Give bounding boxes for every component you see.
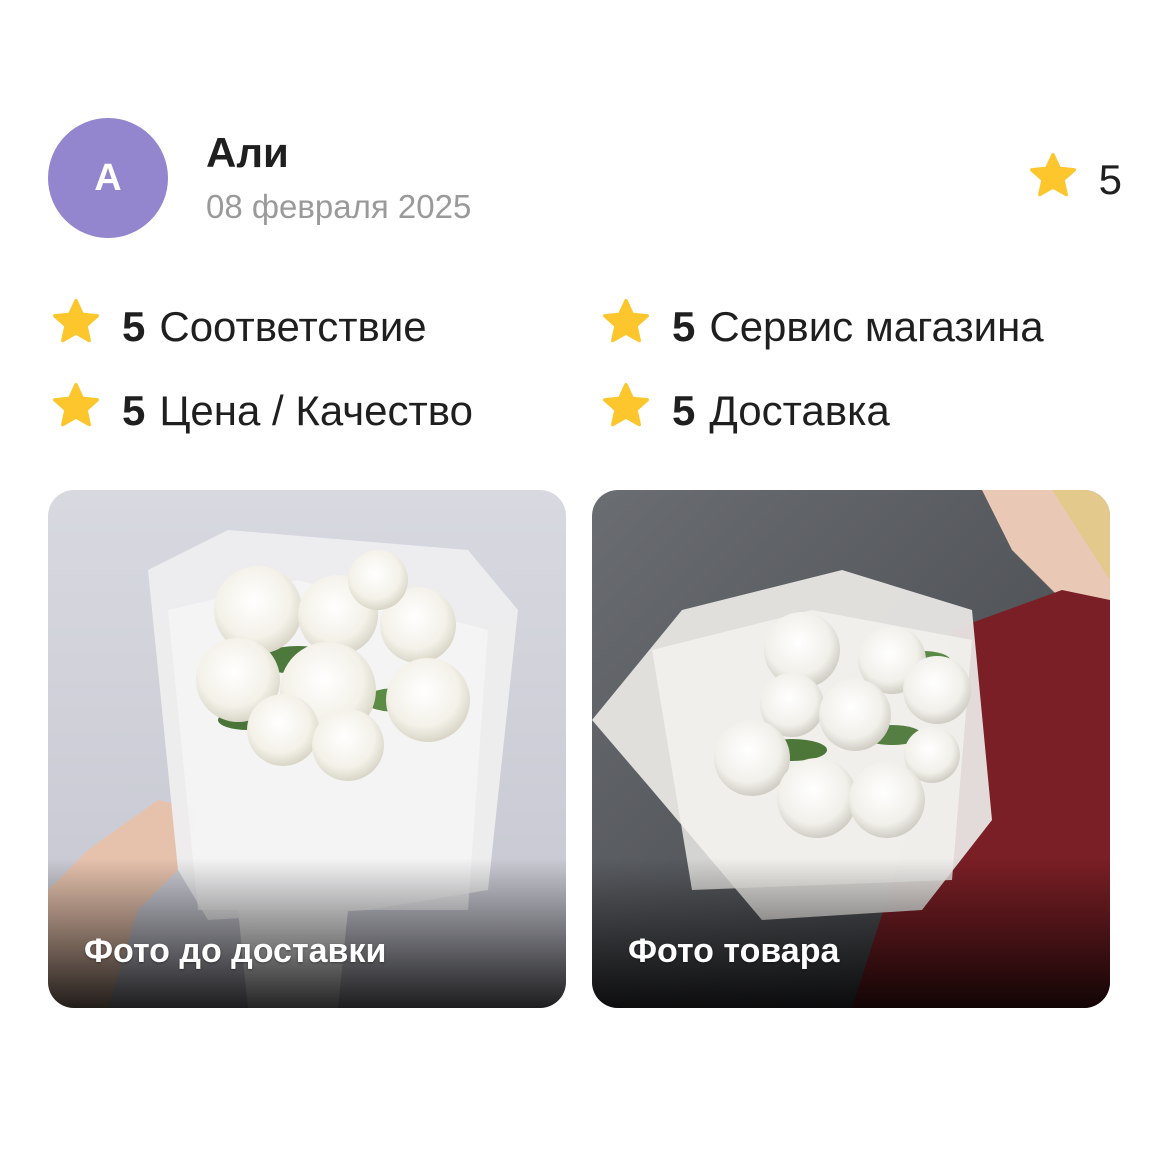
star-icon (600, 298, 652, 355)
star-icon (1027, 152, 1079, 207)
criterion-value: 5 (672, 302, 696, 350)
avatar-letter: А (94, 156, 122, 199)
criterion-store-service: 5 Сервис магазина (600, 298, 1044, 355)
avatar: А (48, 118, 168, 238)
criterion-price-quality: 5 Цена / Качество (50, 382, 473, 439)
star-icon (50, 298, 102, 355)
overall-rating: 5 (1027, 152, 1122, 207)
criterion-label: Доставка (709, 386, 890, 434)
criterion-delivery: 5 Доставка (600, 382, 890, 439)
review-date: 08 февраля 2025 (206, 188, 472, 225)
photo-caption: Фото товара (628, 932, 840, 970)
star-icon (50, 382, 102, 439)
criterion-label: Соответствие (159, 302, 427, 350)
photo-before-delivery[interactable]: Фото до доставки (48, 490, 566, 1008)
criterion-label: Сервис магазина (709, 302, 1044, 350)
criterion-value: 5 (122, 302, 146, 350)
criterion-label: Цена / Качество (159, 386, 473, 434)
author-name: Али (206, 129, 289, 176)
criterion-value: 5 (672, 386, 696, 434)
star-icon (600, 382, 652, 439)
photo-caption: Фото до доставки (84, 932, 387, 970)
criterion-value: 5 (122, 386, 146, 434)
criterion-match: 5 Соответствие (50, 298, 427, 355)
overall-rating-value: 5 (1098, 155, 1122, 203)
photo-product[interactable]: Фото товара (592, 490, 1110, 1008)
